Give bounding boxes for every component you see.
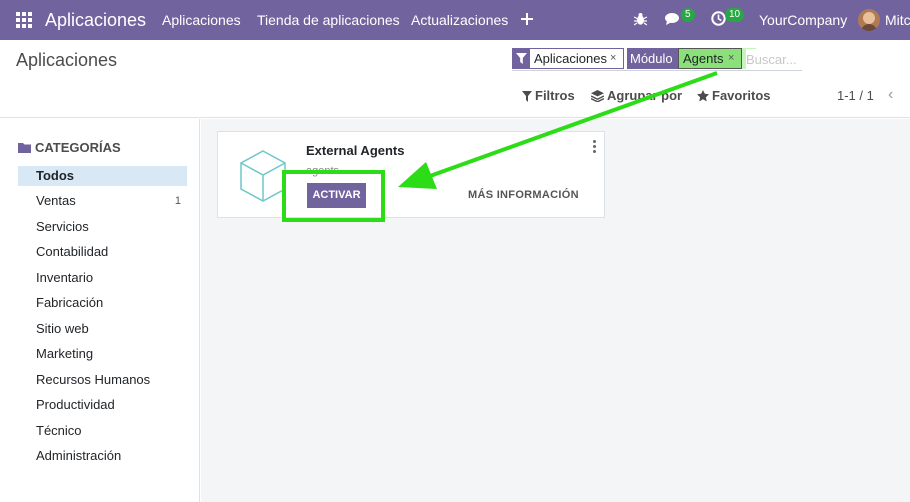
layers-icon [590,90,605,103]
facet-module-value-text: Agents [683,51,724,66]
category-label: Sitio web [36,321,89,336]
messages-badge: 5 [681,8,695,22]
group-by-button[interactable]: Agrupar por [590,88,683,103]
category-label: Contabilidad [36,244,109,259]
messages-icon[interactable] [665,0,682,40]
category-label: Inventario [36,270,94,285]
category-label: Servicios [36,219,89,234]
category-label: Administración [36,448,122,463]
page-title: Aplicaciones [16,50,118,70]
group-by-label: Agrupar por [607,88,683,103]
favorites-label: Favoritos [712,88,771,103]
category-item-recursos-humanos[interactable]: Recursos Humanos [18,370,187,390]
facet-module-value: Agents × [678,48,742,69]
category-count: 1 [174,195,181,207]
plus-icon[interactable] [521,0,533,40]
module-name: External Agents [306,143,405,158]
apps-grid-icon[interactable] [16,12,32,28]
category-item-fabricacion[interactable]: Fabricación [18,293,187,313]
category-label: Productividad [36,397,115,412]
filters-label: Filtros [535,88,575,103]
navbar-brand[interactable]: Aplicaciones [45,0,146,40]
card-menu-icon[interactable] [593,140,597,155]
category-item-tecnico[interactable]: Técnico [18,421,187,441]
filters-button[interactable]: Filtros [522,88,575,103]
category-item-servicios[interactable]: Servicios [18,217,187,237]
more-info-button[interactable]: MÁS INFORMACIÓN [468,189,579,201]
activities-badge: 10 [725,8,745,22]
facet-filter-label: Aplicaciones [534,51,607,66]
category-label: Todos [36,168,75,183]
control-panel: Aplicaciones Aplicaciones × Módulo Agent… [0,40,910,118]
star-icon [697,90,709,102]
facet-remove-icon[interactable]: × [610,49,616,68]
category-item-sitio-web[interactable]: Sitio web [18,319,187,339]
category-item-inventario[interactable]: Inventario [18,268,187,288]
bug-icon[interactable] [633,0,648,40]
module-card[interactable]: External Agents agents ACTIVAR MÁS INFOR… [217,131,605,218]
company-switcher[interactable]: YourCompany [759,0,847,40]
category-item-todos[interactable]: Todos [18,166,187,186]
category-item-marketing[interactable]: Marketing [18,344,187,364]
facet-module-label: Módulo [630,51,673,66]
category-header-label: CATEGORÍAS [35,140,121,155]
pager-value[interactable]: 1-1 / 1 [837,88,874,103]
category-label: Técnico [36,423,82,438]
category-label: Fabricación [36,295,104,310]
folder-icon [18,143,31,153]
module-cube-icon [240,150,286,202]
category-item-contabilidad[interactable]: Contabilidad [18,242,187,262]
clock-icon[interactable] [711,0,726,40]
filter-icon [522,91,532,102]
favorites-button[interactable]: Favoritos [697,88,771,103]
facet-module: Módulo Agents × [627,48,742,69]
pager-prev-icon[interactable]: ‹ [888,86,893,104]
category-header: CATEGORÍAS [18,140,121,155]
category-item-productividad[interactable]: Productividad [18,395,187,415]
menu-app-store[interactable]: Tienda de aplicaciones [257,0,400,40]
category-label: Recursos Humanos [36,372,151,387]
user-menu[interactable]: Mitc [885,0,910,40]
user-avatar[interactable] [858,9,880,31]
facet-remove-icon[interactable]: × [728,49,734,68]
category-label: Marketing [36,346,94,361]
category-label: Ventas [36,193,76,208]
category-sidebar: CATEGORÍAS Todos Ventas 1 Servicios Conta… [0,119,200,502]
menu-apps[interactable]: Aplicaciones [162,0,241,40]
search-input[interactable] [746,49,802,69]
category-item-ventas[interactable]: Ventas 1 [18,191,187,211]
menu-updates[interactable]: Actualizaciones [411,0,508,40]
category-item-administracion[interactable]: Administración [18,446,187,466]
annotation-highlight-box [282,170,385,222]
facet-filter: Aplicaciones × [512,48,624,69]
search-box[interactable]: Aplicaciones × Módulo Agents × [512,47,802,71]
filter-icon [513,49,530,68]
top-navbar: Aplicaciones Aplicaciones Tienda de apli… [0,0,910,40]
